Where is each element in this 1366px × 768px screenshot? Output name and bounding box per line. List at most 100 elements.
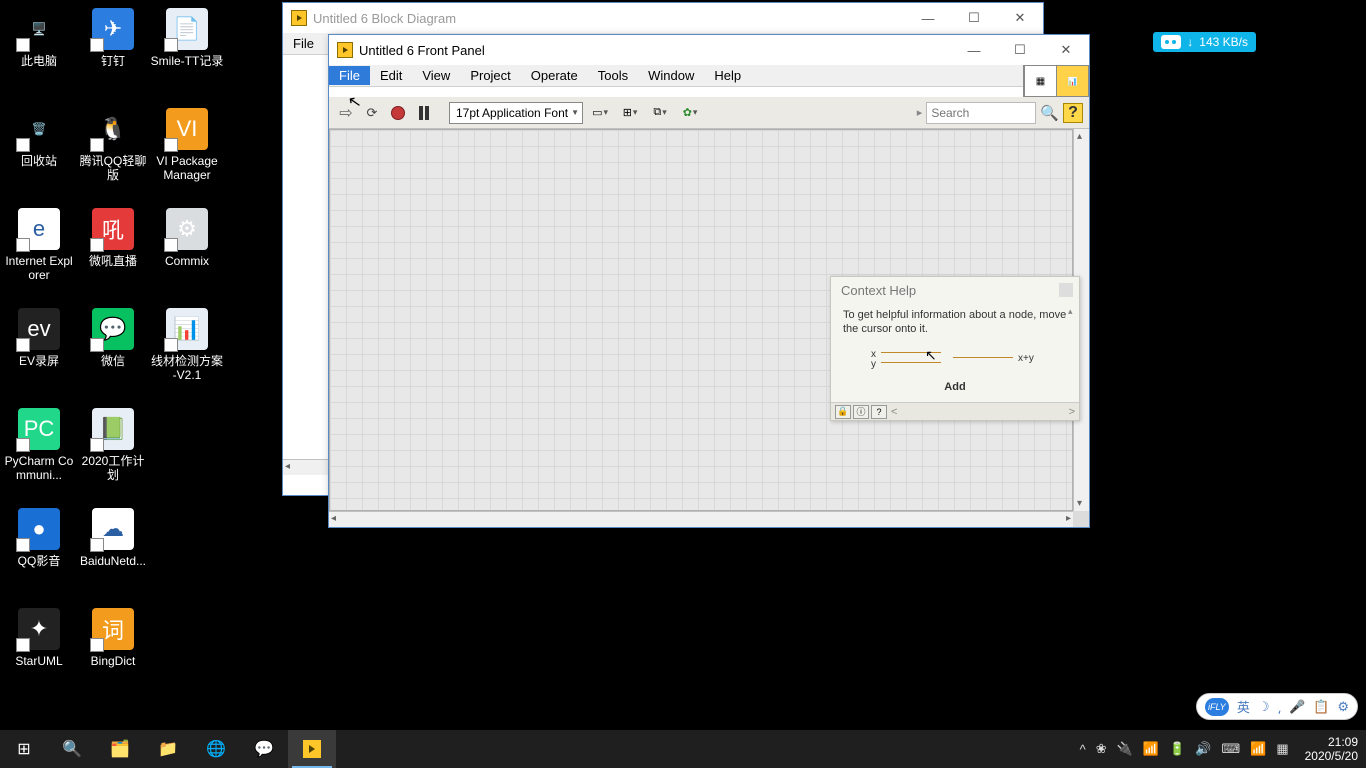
maximize-button[interactable]: ☐ xyxy=(951,3,997,33)
clock[interactable]: 21:09 2020/5/20 xyxy=(1297,735,1366,763)
menu-view[interactable]: View xyxy=(412,66,460,85)
desktop-icon[interactable]: 🗑️回收站 xyxy=(2,108,76,168)
tray-icon-8[interactable]: ▦ xyxy=(1276,741,1288,757)
tray-icon-5[interactable]: 🔊 xyxy=(1195,741,1211,757)
system-tray[interactable]: ^ ❀ 🔌 📶 🔋 🔊 ⌨ 📶 ▦ xyxy=(1072,741,1297,757)
grid-icon: ▦ xyxy=(1024,66,1056,96)
run-continuous-button[interactable]: ⟳ xyxy=(361,102,383,124)
labview-icon xyxy=(291,10,307,26)
close-button[interactable]: ✕ xyxy=(1043,35,1089,65)
taskbar-wechat[interactable]: 💬 xyxy=(240,730,288,768)
desktop-icon[interactable]: eInternet Explorer xyxy=(2,208,76,282)
lock-button[interactable]: 🔒 xyxy=(835,405,851,419)
taskbar-task-view[interactable]: 🗂️ xyxy=(96,730,144,768)
ime-lang[interactable]: 英 xyxy=(1237,697,1250,716)
menu-edit[interactable]: Edit xyxy=(370,66,412,85)
netspeed-value: 143 KB/s xyxy=(1199,35,1248,49)
desktop-icon[interactable]: 📗2020工作计划 xyxy=(76,408,150,482)
maximize-button[interactable]: ☐ xyxy=(997,35,1043,65)
resize-dropdown[interactable]: ⧉ xyxy=(647,102,673,124)
tray-icon-1[interactable]: ❀ xyxy=(1096,741,1107,757)
ime-punct-icon[interactable]: ⸲ xyxy=(1277,698,1280,716)
menu-file[interactable]: File xyxy=(283,34,324,53)
search-input[interactable] xyxy=(926,102,1036,124)
app-icon: 词 xyxy=(92,608,134,650)
desktop-icon[interactable]: 📄Smile-TT记录 xyxy=(150,8,224,68)
help-button[interactable]: ? xyxy=(1063,103,1083,123)
titlebar[interactable]: Untitled 6 Front Panel ― ☐ ✕ xyxy=(329,35,1089,65)
desktop-icon[interactable]: ✦StarUML xyxy=(2,608,76,668)
tray-icon-0[interactable]: ^ xyxy=(1080,742,1086,757)
desktop-icon[interactable]: 💬微信 xyxy=(76,308,150,368)
menubar: FileEditViewProjectOperateToolsWindowHel… xyxy=(329,65,1023,87)
tray-icon-6[interactable]: ⌨ xyxy=(1221,741,1240,757)
desktop-icon[interactable]: 词BingDict xyxy=(76,608,150,668)
taskbar-labview[interactable] xyxy=(288,730,336,768)
ime-moon-icon[interactable]: ☽ xyxy=(1258,699,1270,715)
titlebar[interactable]: Untitled 6 Block Diagram ― ☐ ✕ xyxy=(283,3,1043,33)
desktop-icon[interactable]: evEV录屏 xyxy=(2,308,76,368)
ime-clip-icon[interactable]: 📋 xyxy=(1313,699,1329,715)
menu-project[interactable]: Project xyxy=(460,66,520,85)
help-diagram: x y ↖ x+y xyxy=(843,346,1067,374)
pause-button[interactable] xyxy=(413,102,435,124)
app-icon: ✈ xyxy=(92,8,134,50)
tray-icon-4[interactable]: 🔋 xyxy=(1169,741,1185,757)
netspeed-widget[interactable]: ↓ 143 KB/s xyxy=(1153,32,1256,52)
icon-label: Smile-TT记录 xyxy=(150,54,224,68)
ime-gear-icon[interactable]: ⚙ xyxy=(1337,699,1349,715)
tray-icon-2[interactable]: 🔌 xyxy=(1117,741,1133,757)
operation-label: Add xyxy=(843,380,1067,394)
v-scrollbar[interactable] xyxy=(1067,304,1079,402)
desktop-icon[interactable]: 🖥️此电脑 xyxy=(2,8,76,68)
context-help-title[interactable]: Context Help xyxy=(831,277,1079,304)
desktop-icon[interactable]: 🐧腾讯QQ轻聊版 xyxy=(76,108,150,182)
desktop-icon[interactable]: ●QQ影音 xyxy=(2,508,76,568)
desktop-icon[interactable]: 吼微吼直播 xyxy=(76,208,150,268)
vi-icon: 📊 xyxy=(1056,66,1088,96)
tray-icon-7[interactable]: 📶 xyxy=(1250,741,1266,757)
app-icon: 💬 xyxy=(92,308,134,350)
ime-bar[interactable]: iFLY 英 ☽ ⸲ 🎤 📋 ⚙ xyxy=(1196,693,1358,720)
tray-icon-3[interactable]: 📶 xyxy=(1143,741,1159,757)
taskbar-search[interactable]: 🔍 xyxy=(48,730,96,768)
cloud-icon xyxy=(1161,35,1181,49)
taskbar-start[interactable]: ⊞ xyxy=(0,730,48,768)
connector-pane[interactable]: ▦ 📊 xyxy=(1023,65,1089,97)
distribute-dropdown[interactable]: ⊞ xyxy=(617,102,643,124)
detail-button[interactable]: ⓘ xyxy=(853,405,869,419)
close-button[interactable] xyxy=(1059,283,1073,297)
minimize-button[interactable]: ― xyxy=(905,3,951,33)
menu-help[interactable]: Help xyxy=(704,66,751,85)
window-title: Untitled 6 Block Diagram xyxy=(313,11,905,26)
font-selector[interactable]: 17pt Application Font xyxy=(449,102,583,124)
search-icon[interactable]: 🔍 xyxy=(1040,104,1059,122)
help-link-button[interactable]: ? xyxy=(871,405,887,419)
taskbar-chrome[interactable]: 🌐 xyxy=(192,730,240,768)
context-help-window[interactable]: Context Help To get helpful information … xyxy=(830,276,1080,421)
menu-tools[interactable]: Tools xyxy=(588,66,638,85)
desktop-icon[interactable]: ✈钉钉 xyxy=(76,8,150,68)
desktop-icon[interactable]: 📊线材检测方案 -V2.1 xyxy=(150,308,224,382)
desktop-icon[interactable]: ☁BaiduNetd... xyxy=(76,508,150,568)
icon-label: EV录屏 xyxy=(2,354,76,368)
desktop-icon[interactable]: VIVI Package Manager xyxy=(150,108,224,182)
app-icon: ✦ xyxy=(18,608,60,650)
ime-mic-icon[interactable]: 🎤 xyxy=(1289,699,1305,715)
run-button[interactable]: ⇨ xyxy=(335,102,357,124)
menu-operate[interactable]: Operate xyxy=(521,66,588,85)
desktop-icon[interactable]: PCPyCharm Communi... xyxy=(2,408,76,482)
ifly-logo-icon: iFLY xyxy=(1205,698,1229,716)
menu-window[interactable]: Window xyxy=(638,66,704,85)
minimize-button[interactable]: ― xyxy=(951,35,997,65)
abort-button[interactable] xyxy=(387,102,409,124)
h-scrollbar[interactable] xyxy=(329,511,1073,527)
desktop-icon[interactable]: ⚙Commix xyxy=(150,208,224,268)
app-icon: 吼 xyxy=(92,208,134,250)
reorder-dropdown[interactable]: ✿ xyxy=(677,102,703,124)
align-dropdown[interactable]: ▭ xyxy=(587,102,613,124)
taskbar-explorer[interactable]: 📁 xyxy=(144,730,192,768)
menu-file[interactable]: File xyxy=(329,66,370,85)
close-button[interactable]: ✕ xyxy=(997,3,1043,33)
taskbar[interactable]: ⊞🔍🗂️📁🌐💬 ^ ❀ 🔌 📶 🔋 🔊 ⌨ 📶 ▦ 21:09 2020/5/20 xyxy=(0,730,1366,768)
